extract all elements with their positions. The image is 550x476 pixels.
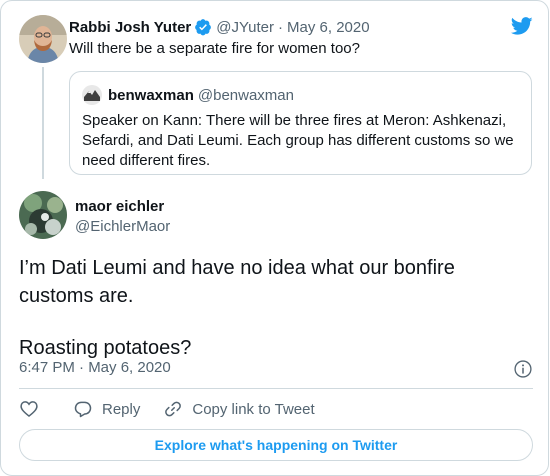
explore-twitter-button[interactable]: Explore what's happening on Twitter (19, 429, 533, 461)
divider (19, 388, 533, 389)
quoted-author-name: benwaxman (108, 86, 194, 104)
reply-bubble-icon (74, 401, 92, 418)
quoted-author-handle: @benwaxman (197, 86, 294, 104)
avatar-rabbi-josh-yuter[interactable] (19, 15, 67, 63)
header-separator: · (278, 18, 284, 36)
main-tweet-text: I’m Dati Leumi and have no idea what our… (19, 254, 534, 362)
avatar-maor-eichler[interactable] (19, 191, 67, 239)
quoted-tweet-header: benwaxman @benwaxman (108, 85, 294, 105)
copy-link-button[interactable]: Copy link to Tweet (163, 399, 315, 419)
reply-tweet-header: Rabbi Josh Yuter @JYuter · May 6, 2020 (69, 17, 370, 37)
avatar-benwaxman (82, 85, 102, 105)
reply-author-name[interactable]: Rabbi Josh Yuter (69, 19, 191, 36)
main-author-handle[interactable]: @EichlerMaor (75, 217, 170, 237)
twitter-bird-icon[interactable] (510, 15, 534, 37)
thread-connector-line (42, 67, 44, 179)
tweet-timestamp[interactable]: 6:47 PM · May 6, 2020 (19, 358, 171, 378)
tweet-paragraph: I’m Dati Leumi and have no idea what our… (19, 257, 455, 307)
reply-tweet-date[interactable]: May 6, 2020 (287, 19, 370, 36)
info-icon[interactable] (513, 359, 533, 379)
tweet-actions: Reply Copy link to Tweet (19, 397, 315, 421)
reply-button[interactable]: Reply (73, 399, 140, 419)
copy-link-label: Copy link to Tweet (192, 400, 315, 418)
heart-icon (20, 401, 38, 418)
quoted-tweet-text: Speaker on Kann: There will be three fir… (82, 112, 514, 169)
reply-tweet-text: Will there be a separate fire for women … (69, 40, 360, 57)
link-icon (165, 401, 182, 417)
reply-author-handle[interactable]: @JYuter (216, 19, 274, 36)
verified-badge-icon (195, 19, 212, 36)
tweet-embed-card: Rabbi Josh Yuter @JYuter · May 6, 2020 W… (0, 0, 549, 476)
main-author-name[interactable]: maor eichler (75, 197, 164, 217)
quoted-tweet[interactable]: benwaxman @benwaxman Speaker on Kann: Th… (69, 71, 532, 175)
reply-label: Reply (102, 400, 141, 418)
like-button[interactable] (19, 399, 39, 419)
